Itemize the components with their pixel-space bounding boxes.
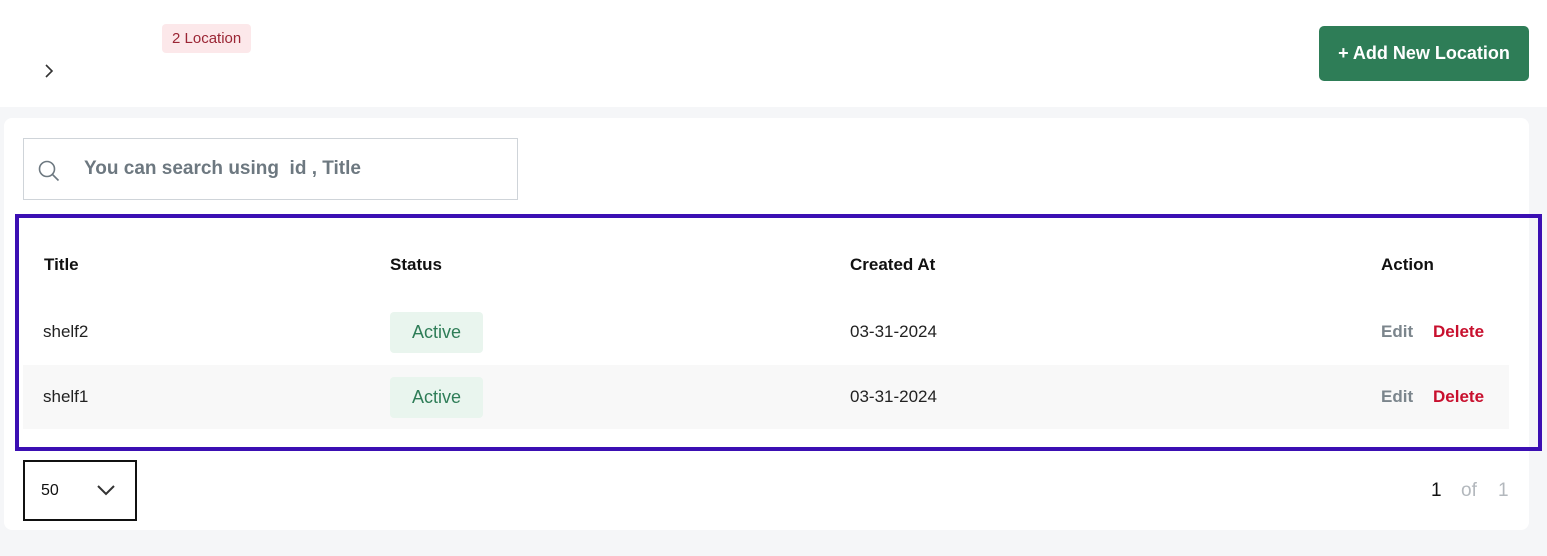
- edit-link[interactable]: Edit: [1381, 322, 1413, 342]
- current-page: 1: [1431, 480, 1442, 501]
- search-input[interactable]: You can search using id , Title: [84, 139, 361, 199]
- chevron-right-icon[interactable]: [44, 62, 60, 82]
- delete-link[interactable]: Delete: [1433, 322, 1484, 342]
- delete-link[interactable]: Delete: [1433, 387, 1484, 407]
- row-title: shelf2: [43, 322, 89, 341]
- status-badge: Active: [390, 312, 483, 353]
- add-new-location-button[interactable]: + Add New Location: [1319, 26, 1529, 81]
- column-header-created-at[interactable]: Created At: [850, 255, 935, 275]
- pagination-of-label: of: [1461, 480, 1477, 501]
- location-count-badge: 2 Location: [162, 24, 252, 53]
- column-header-status[interactable]: Status: [390, 255, 442, 275]
- row-created-at: 03-31-2024: [850, 387, 937, 406]
- column-header-title[interactable]: Title: [44, 255, 79, 275]
- per-page-select[interactable]: 50: [23, 460, 137, 521]
- row-title: shelf1: [43, 387, 89, 406]
- table-row: shelf1 Active 03-31-2024 Edit Delete: [23, 365, 1509, 429]
- column-header-action: Action: [1381, 255, 1434, 274]
- per-page-value: 50: [41, 482, 59, 499]
- search-icon: [38, 160, 60, 182]
- total-pages: 1: [1498, 480, 1509, 501]
- top-bar: 2 Location + Add New Location: [0, 0, 1547, 107]
- chevron-down-icon: [95, 482, 117, 498]
- table-row: shelf2 Active 03-31-2024 Edit Delete: [23, 300, 1509, 364]
- search-box[interactable]: You can search using id , Title: [23, 138, 518, 200]
- status-badge: Active: [390, 377, 483, 418]
- row-created-at: 03-31-2024: [850, 322, 937, 341]
- edit-link[interactable]: Edit: [1381, 387, 1413, 407]
